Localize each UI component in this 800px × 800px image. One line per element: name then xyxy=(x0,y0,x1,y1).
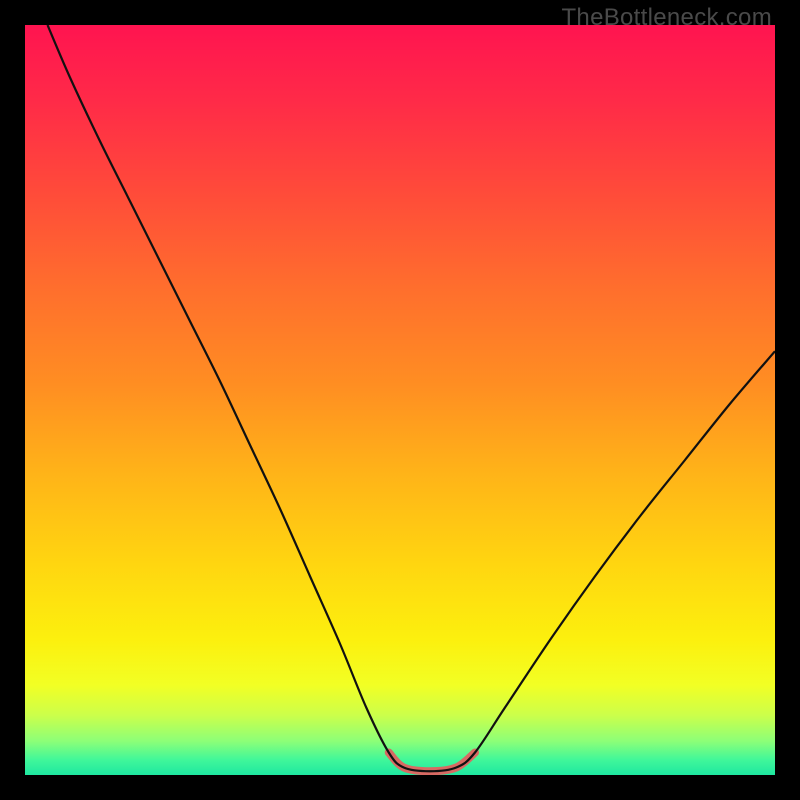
watermark-text: TheBottleneck.com xyxy=(561,4,772,32)
curve-overlay xyxy=(25,25,775,775)
optimal-band xyxy=(389,753,475,772)
plot-area xyxy=(25,25,775,775)
bottleneck-curve xyxy=(48,25,776,771)
chart-frame: TheBottleneck.com xyxy=(0,0,800,800)
